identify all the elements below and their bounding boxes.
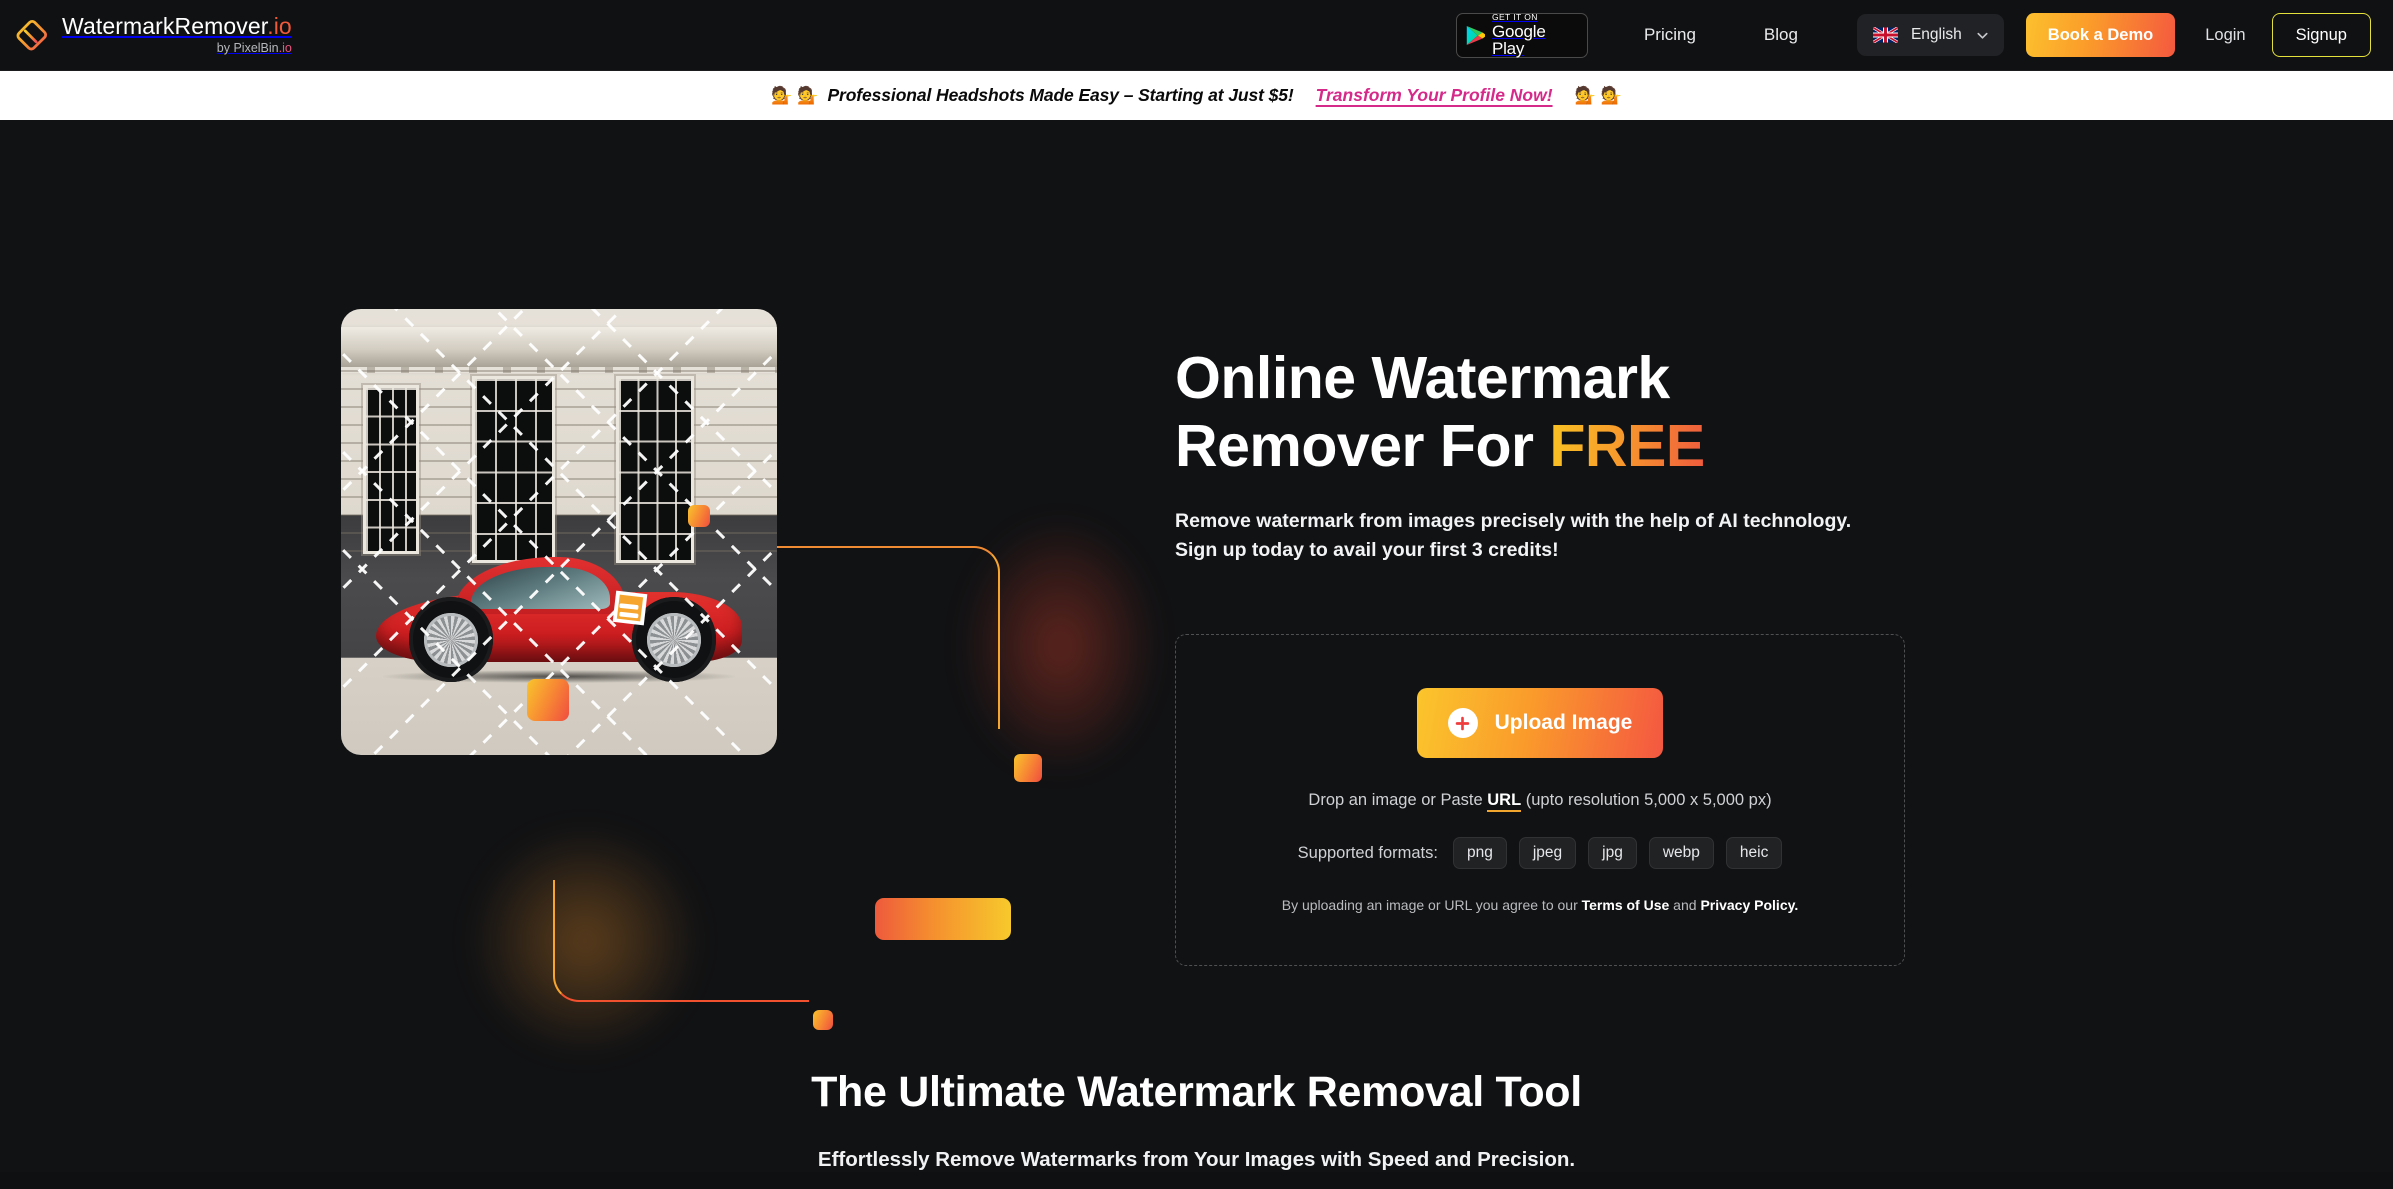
building-window [362,384,420,555]
terms-notice-prefix: By uploading an image or URL you agree t… [1281,897,1582,914]
format-tag-jpg: jpg [1588,837,1637,870]
hero-title-line2: Remover For [1175,413,1550,480]
building-window [615,375,695,564]
chevron-down-icon [1975,28,1990,43]
promo-banner-cta-link[interactable]: Transform Your Profile Now! [1316,85,1553,106]
google-play-top-label: GET IT ON [1491,11,1538,22]
decorative-chip-wide [875,898,1011,940]
terms-of-use-link[interactable]: Terms of Use [1582,897,1670,913]
supported-formats-row: Supported formats: png jpeg jpg webp hei… [1297,837,1783,870]
format-tag-heic: heic [1725,837,1783,870]
section-two-subtitle: Effortlessly Remove Watermarks from Your… [817,1148,1576,1171]
nav-item-blog[interactable]: Blog [1750,17,1812,53]
paste-url-link[interactable]: URL [1487,791,1522,813]
brand-byline: by PixelBin.io [216,41,292,56]
eraser-icon [14,17,50,53]
google-play-triangle-icon [1466,25,1486,46]
book-a-demo-button[interactable]: Book a Demo [2025,13,2176,57]
uk-flag-icon [1872,26,1899,44]
decorative-chip-left [527,679,569,721]
format-tag-webp: webp [1648,837,1714,870]
ultimate-tool-section: The Ultimate Watermark Removal Tool Effo… [0,1050,2393,1172]
decorative-chip-right [1014,754,1042,782]
hero-section: Online Watermark Remover For FREE Remove… [0,120,2393,1056]
hero-visual [0,186,1175,1056]
hero-title: Online Watermark Remover For FREE [1175,344,1935,481]
brand-logo-link[interactable]: WatermarkRemover.io by PixelBin.io [14,15,292,55]
decorative-frame-bottom-left [553,880,809,1002]
upload-dropzone-card[interactable]: Upload Image Drop an image or Paste URL … [1175,634,1905,967]
drop-instruction-prefix: Drop an image or Paste [1308,791,1488,810]
format-tag-jpeg: jpeg [1518,837,1577,870]
header-actions: GET IT ON Google Play Pricing Blog Engli… [1455,11,2371,59]
upload-image-button-label: Upload Image [1494,711,1633,735]
plus-icon [1447,708,1478,739]
building-window [471,375,555,564]
language-selector[interactable]: English [1856,14,2004,56]
signup-button[interactable]: Signup [2271,13,2371,57]
google-play-bottom-label: Google Play [1491,22,1546,59]
upload-image-button[interactable]: Upload Image [1417,688,1663,759]
terms-notice: By uploading an image or URL you agree t… [1282,897,1799,913]
terms-notice-middle: and [1669,897,1701,914]
google-play-badge[interactable]: GET IT ON Google Play [1455,11,1588,59]
format-tag-png: png [1452,837,1507,870]
hero-title-highlight: FREE [1549,413,1705,480]
supported-formats-label: Supported formats: [1297,843,1438,862]
brand-title: WatermarkRemover.io [62,13,292,40]
red-sports-car [375,554,743,683]
hero-copy: Online Watermark Remover For FREE Remove… [1175,186,1935,967]
nav-item-pricing[interactable]: Pricing [1630,17,1710,53]
drop-instruction-suffix: (upto resolution 5,000 x 5,000 px) [1521,791,1772,810]
headshot-emoji-right: 💁 💁 [1574,86,1622,105]
headshot-emoji-left: 💁 💁 [771,86,819,105]
privacy-policy-link[interactable]: Privacy Policy. [1700,897,1798,913]
hero-title-line1: Online Watermark [1175,345,1670,411]
drop-instruction: Drop an image or Paste URL (upto resolut… [1308,791,1772,813]
decorative-chip-bottom [813,1010,833,1030]
promo-banner: 💁 💁 Professional Headshots Made Easy – S… [0,71,2393,120]
site-header: WatermarkRemover.io by PixelBin.io GET I… [0,0,2393,71]
language-selected-label: English [1910,26,1962,43]
decorative-chip-top [688,505,710,527]
login-link[interactable]: Login [2205,26,2245,45]
hero-subtitle: Remove watermark from images precisely w… [1175,509,1852,561]
car-wheel-front [408,597,494,682]
section-two-title: The Ultimate Watermark Removal Tool [811,1068,1582,1116]
promo-banner-text: Professional Headshots Made Easy – Start… [827,85,1294,105]
decorative-frame-top-right [745,546,1000,729]
